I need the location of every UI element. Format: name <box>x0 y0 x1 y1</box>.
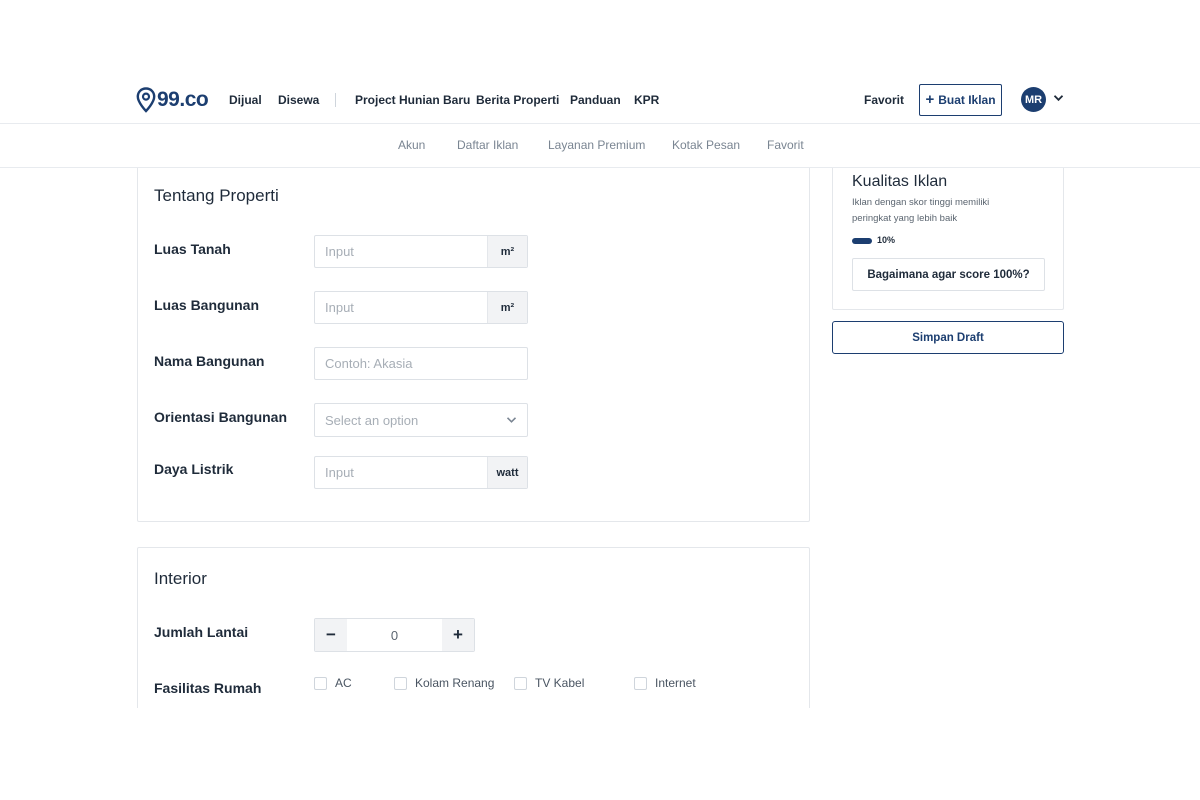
section-title: Interior <box>154 569 207 588</box>
avatar[interactable]: MR <box>1021 87 1046 112</box>
subnav-akun[interactable]: Akun <box>398 138 425 152</box>
post-ad-label: Buat Iklan <box>938 93 996 107</box>
facility-checkbox-ac[interactable]: AC <box>314 676 352 690</box>
facility-checkbox-tv-kabel[interactable]: TV Kabel <box>514 676 584 690</box>
subnav-kotak-pesan[interactable]: Kotak Pesan <box>672 138 740 152</box>
quality-score: 10% <box>877 235 896 245</box>
unit-suffix: watt <box>487 457 527 488</box>
orientation-label: Orientasi Bangunan <box>154 409 288 425</box>
quality-description: Iklan dengan skor tinggi memiliki pering… <box>852 197 990 224</box>
nav-favorite[interactable]: Favorit <box>864 93 904 107</box>
logo[interactable]: 99.co <box>136 87 209 113</box>
electricity-field: watt <box>314 456 528 489</box>
chevron-down-icon <box>506 417 517 423</box>
orientation-placeholder: Select an option <box>325 412 419 428</box>
facility-label: Kolam Renang <box>415 676 495 690</box>
facility-checkbox-internet[interactable]: Internet <box>634 676 696 690</box>
post-ad-button[interactable]: + Buat Iklan <box>919 84 1002 116</box>
interior-card: Interior Jumlah Lantai − 0 + Fasilitas R… <box>137 547 810 708</box>
nav-panduan[interactable]: Panduan <box>570 93 621 107</box>
facility-checkbox-kolam-renang[interactable]: Kolam Renang <box>394 676 494 690</box>
nav-divider <box>335 93 336 107</box>
listing-quality-card: Kualitas Iklan Iklan dengan skor tinggi … <box>832 168 1064 310</box>
increment-button[interactable]: + <box>442 619 474 651</box>
save-draft-button[interactable]: Simpan Draft <box>832 321 1064 354</box>
location-pin-icon <box>136 87 156 113</box>
quality-title: Kualitas Iklan <box>852 173 948 190</box>
checkbox[interactable] <box>514 676 527 690</box>
electricity-input[interactable] <box>315 457 487 488</box>
nav-dijual[interactable]: Dijual <box>229 93 262 107</box>
facility-label: TV Kabel <box>535 676 585 690</box>
checkbox[interactable] <box>394 676 407 690</box>
nav-project-hunian-baru[interactable]: Project Hunian Baru <box>355 93 470 107</box>
nav-kpr[interactable]: KPR <box>634 93 659 107</box>
chevron-down-icon[interactable] <box>1053 94 1064 102</box>
quality-progress-bar <box>852 238 872 244</box>
account-subnav: Akun Daftar Iklan Layanan Premium Kotak … <box>0 124 1200 168</box>
facilities-label: Fasilitas Rumah <box>154 680 262 696</box>
electricity-label: Daya Listrik <box>154 461 234 477</box>
checkbox[interactable] <box>634 676 647 690</box>
improve-score-button[interactable]: Bagaimana agar score 100%? <box>852 258 1045 291</box>
logo-text: 99.co <box>157 88 209 111</box>
checkbox[interactable] <box>314 676 327 690</box>
facility-label: Internet <box>655 676 696 690</box>
top-header: 99.co Dijual Disewa Project Hunian Baru … <box>0 80 1200 124</box>
nav-berita-properti[interactable]: Berita Properti <box>476 93 559 107</box>
app-viewport: 99.co Dijual Disewa Project Hunian Baru … <box>0 80 1200 708</box>
side-panel-area: Kualitas Iklan Iklan dengan skor tinggi … <box>0 168 1200 368</box>
plus-icon: + <box>925 91 935 108</box>
subnav-daftar-iklan[interactable]: Daftar Iklan <box>457 138 518 152</box>
floors-label: Jumlah Lantai <box>154 624 249 640</box>
nav-disewa[interactable]: Disewa <box>278 93 319 107</box>
orientation-select[interactable]: Select an option <box>314 403 528 437</box>
decrement-button[interactable]: − <box>315 619 347 651</box>
floors-stepper: − 0 + <box>314 618 475 652</box>
subnav-favorit[interactable]: Favorit <box>767 138 804 152</box>
facility-label: AC <box>335 676 352 690</box>
subnav-layanan-premium[interactable]: Layanan Premium <box>548 138 645 152</box>
floors-value[interactable]: 0 <box>347 619 442 651</box>
